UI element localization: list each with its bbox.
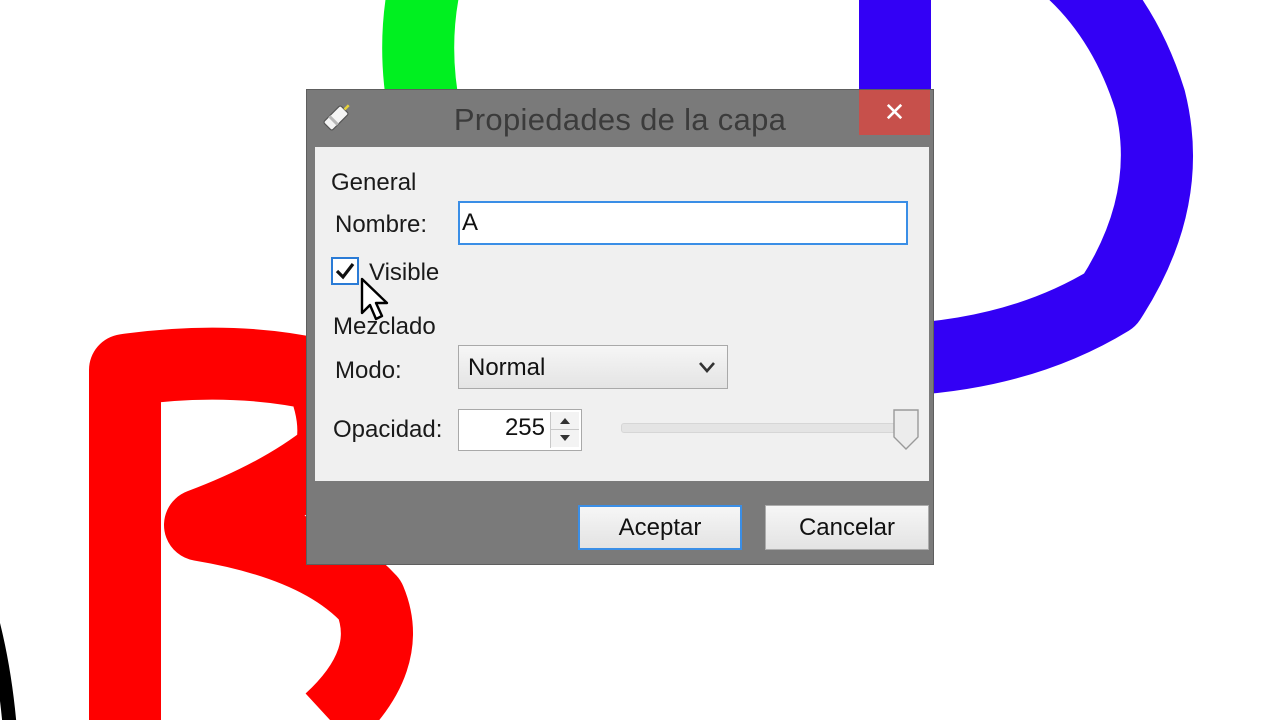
mouse-pointer-icon (360, 277, 389, 321)
opacity-value[interactable]: 255 (505, 414, 545, 442)
layer-properties-dialog: Propiedades de la capa ✕ General Nombre:… (306, 89, 934, 565)
black-stroke (0, 623, 17, 720)
dialog-title: Propiedades de la capa (453, 102, 787, 137)
visible-checkbox[interactable] (331, 257, 359, 285)
accept-button[interactable]: Aceptar (578, 505, 742, 550)
general-section-heading: General (331, 169, 417, 196)
chevron-down-icon (699, 362, 715, 373)
spinner-down-button[interactable] (551, 430, 579, 447)
opacity-slider-thumb[interactable] (893, 409, 919, 451)
arrow-down-icon (560, 435, 570, 441)
cancel-button[interactable]: Cancelar (765, 505, 929, 550)
opacity-slider-track[interactable] (621, 423, 908, 433)
name-label: Nombre: (335, 211, 428, 238)
spinner-buttons (550, 412, 579, 448)
opacity-label: Opacidad: (333, 416, 443, 443)
blue-letter-d (859, 0, 1193, 396)
blend-mode-value: Normal (468, 354, 546, 381)
mode-label: Modo: (335, 357, 402, 384)
title-bar[interactable]: Propiedades de la capa ✕ (307, 90, 933, 147)
opacity-spinner[interactable]: 255 (458, 409, 582, 451)
checkmark-icon (335, 263, 355, 280)
dialog-footer: Aceptar Cancelar (307, 481, 933, 564)
close-button[interactable]: ✕ (859, 90, 930, 135)
spinner-up-button[interactable] (551, 412, 579, 430)
layer-name-input[interactable]: A (458, 201, 908, 245)
arrow-up-icon (560, 418, 570, 424)
properties-panel: General Nombre: A Visible Mezclado Modo:… (315, 147, 929, 481)
blend-mode-select[interactable]: Normal (458, 345, 728, 389)
